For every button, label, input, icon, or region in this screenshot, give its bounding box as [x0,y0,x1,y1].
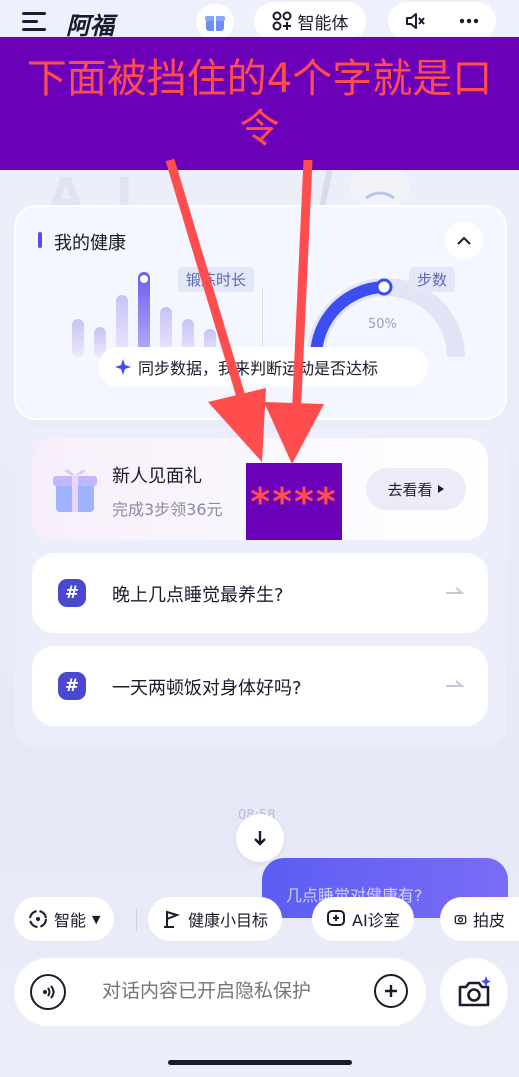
hashtag-icon: # [58,579,86,607]
chip-health-goal[interactable]: 健康小目标 [148,897,283,941]
chip-label: 拍皮 [472,911,505,930]
chat-input-bar [14,958,426,1026]
chip-divider [136,909,137,931]
sparkle-icon [115,359,131,375]
camera-icon [454,915,467,925]
more-icon[interactable] [458,10,480,32]
gift-subtitle: 完成3步领36元 [112,500,223,519]
mask-box: **** [246,463,342,540]
suggested-question[interactable]: # 晚上几点睡觉最养生? [32,553,488,633]
divider [262,287,263,347]
hashtag-icon: # [58,672,86,700]
chip-photo[interactable]: 拍皮 [440,897,519,941]
header-actions [388,2,496,40]
question-text: 晚上几点睡觉最养生? [112,585,284,606]
gift-button[interactable] [196,4,234,40]
app-title: 阿福 [66,12,114,40]
steps-tag: 步数 [409,267,456,292]
sync-data-button[interactable]: 同步数据，我来判断运动是否达标 [98,347,428,387]
exercise-bar [72,319,84,357]
collapse-button[interactable] [445,222,483,260]
exercise-duration-tag: 锻炼时长 [178,267,255,292]
top-bar: 阿福 智能体 [0,0,519,42]
chevron-up-icon [457,236,471,245]
camera-button[interactable] [440,958,508,1026]
gift-icon [205,16,225,31]
sync-data-text: 同步数据，我来判断运动是否达标 [138,359,379,378]
go-see-label: 去看看 [387,480,433,499]
add-button[interactable] [374,974,408,1008]
plus-icon [385,985,397,997]
exercise-bar-highlight [138,272,150,357]
chip-smart-mode[interactable]: 智能 ▼ [14,897,115,941]
chip-ai-clinic[interactable]: AI诊室 [312,897,414,941]
scroll-down-button[interactable] [236,814,284,862]
smart-mode-icon [29,910,47,928]
arrow-right-icon [446,587,464,594]
agent-button[interactable]: 智能体 [254,2,366,40]
play-triangle-icon [437,485,444,493]
gift-box-icon [53,469,97,512]
go-see-button[interactable]: 去看看 [366,468,466,510]
mute-icon[interactable] [404,10,426,32]
chip-label: AI诊室 [352,911,400,930]
arrow-right-icon [446,680,464,687]
goal-icon [164,910,181,928]
title-accent-bar [38,232,42,248]
ai-clinic-icon [327,910,345,926]
menu-icon[interactable] [22,12,46,32]
health-card-title: 我的健康 [54,233,126,254]
caret-down-icon: ▼ [92,912,101,926]
suggested-question[interactable]: # 一天两顿饭对身体好吗? [32,646,488,726]
agent-label: 智能体 [297,13,349,34]
camera-sparkle-icon [458,976,491,1007]
chat-input[interactable] [102,980,362,1002]
annotation-banner: 下面被挡住的4个字就是口令 [0,37,519,170]
banner-text: 下面被挡住的4个字就是口令 [26,55,493,152]
chip-label: 健康小目标 [188,911,269,930]
doctor-illustration [319,168,410,208]
arrow-down-icon [254,831,266,846]
gift-title: 新人见面礼 [112,466,202,487]
voice-input-button[interactable] [30,974,66,1010]
quick-chips: 智能 ▼ 健康小目标 AI诊室 拍皮 [0,897,519,943]
steps-gauge-percent: 50% [368,317,397,332]
question-text: 一天两顿饭对身体好吗? [112,678,302,699]
chip-label: 智能 [54,911,87,930]
sound-wave-icon [43,985,55,999]
health-card[interactable]: 我的健康 锻炼时长 50% 步数 同步数据，我来判断运动是否达标 [14,205,507,420]
agent-grid-icon [272,11,291,31]
home-indicator [168,1060,352,1065]
